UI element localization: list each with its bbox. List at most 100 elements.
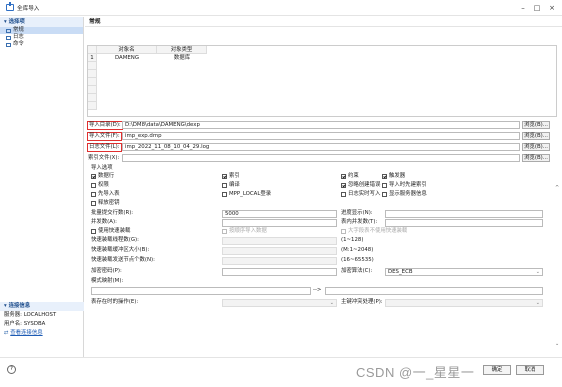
encrypt-pwd-label: 加密密码(P): xyxy=(91,268,122,274)
object-grid[interactable]: 对象名 对象类型 1 DAMENG 数据库 xyxy=(87,45,557,117)
option-release-key[interactable]: 释放密钥 xyxy=(91,199,120,207)
chevron-up-icon[interactable]: ^ xyxy=(555,185,559,191)
page-icon xyxy=(6,35,11,40)
footer: ? CSDN @一_星星一 确定 取消 xyxy=(0,357,562,387)
cell-object-name[interactable]: DAMENG xyxy=(97,54,157,62)
primary-conflict-select[interactable]: ⌄ xyxy=(385,299,543,307)
view-connection-link[interactable]: 查看连接信息 xyxy=(10,330,42,336)
cancel-button[interactable]: 取消 xyxy=(516,365,544,375)
fast-nodes-input[interactable] xyxy=(222,257,337,265)
vertical-scrollbar[interactable]: ^ ⌄ xyxy=(555,185,560,347)
sidebar-header[interactable]: ▾ 选择项 xyxy=(0,17,83,27)
sidebar-item-general[interactable]: 常规 xyxy=(0,27,83,34)
fast-threads-label: 快速装载线程数(G): xyxy=(91,237,139,243)
table-exists-label: 表存在时的操作(E): xyxy=(91,299,139,305)
sidebar-item-command[interactable]: 命令 xyxy=(0,41,83,48)
fast-buffer-label: 快速装载缓冲区大小(B): xyxy=(91,247,150,253)
option-trigger[interactable]: 触发器 xyxy=(382,172,405,180)
option-bigtable-no-fast[interactable]: 大字段表不使用快速装载 xyxy=(341,227,407,235)
checkbox-icon[interactable] xyxy=(341,191,346,197)
option-compile[interactable]: 编译 xyxy=(222,181,240,189)
row-number-empty xyxy=(88,102,97,110)
window-title: 全库导入 xyxy=(17,6,40,12)
sidebar-item-label: 命令 xyxy=(13,41,24,47)
batch-label: 批量提交行数(R): xyxy=(91,210,134,216)
chevron-down-icon[interactable]: ⌄ xyxy=(555,341,559,347)
option-constraint[interactable]: 约束 xyxy=(341,172,359,180)
option-data-rows[interactable]: 数据行 xyxy=(91,172,114,180)
ok-button[interactable]: 确定 xyxy=(483,365,511,375)
fast-buffer-hint: (M:1~2048) xyxy=(341,247,374,253)
watermark: CSDN @一_星星一 xyxy=(356,365,475,380)
checkbox-icon[interactable] xyxy=(382,182,387,188)
browse-button[interactable]: 浏览(B)... xyxy=(522,132,550,140)
cell-object-type[interactable]: 数据库 xyxy=(157,54,207,62)
option-index[interactable]: 索引 xyxy=(222,172,240,180)
option-fastload[interactable]: 使用快速装载 xyxy=(91,227,130,235)
maximize-button[interactable]: □ xyxy=(530,2,544,14)
encrypt-alg-select[interactable]: DES_ECB ⌄ xyxy=(385,268,543,276)
help-icon[interactable]: ? xyxy=(7,365,16,374)
encrypt-pwd-input[interactable] xyxy=(222,268,337,276)
option-show-server[interactable]: 显示服务器信息 xyxy=(382,190,427,198)
chevron-down-icon: ⌄ xyxy=(535,300,540,306)
fast-nodes-hint: (16~65535) xyxy=(341,257,374,263)
checkbox-icon[interactable] xyxy=(341,182,346,188)
sidebar-item-label: 常规 xyxy=(13,27,24,33)
checkbox-icon[interactable] xyxy=(91,191,96,197)
table-parallel-input[interactable] xyxy=(385,219,543,227)
browse-button[interactable]: 浏览(B)... xyxy=(522,121,550,129)
option-mpp-local[interactable]: MPP_LOCAL登录 xyxy=(222,190,271,198)
option-log-realtime[interactable]: 日志实时写入 xyxy=(341,190,380,198)
checkbox-icon[interactable] xyxy=(91,200,96,206)
sidebar-item-log[interactable]: 日志 xyxy=(0,34,83,41)
view-connection-row: ⇄ 查看连接信息 xyxy=(0,329,84,338)
option-label: MPP_LOCAL登录 xyxy=(229,191,272,197)
checkbox-icon[interactable] xyxy=(91,228,96,234)
import-file-label: 导入文件(F): xyxy=(87,132,122,141)
progress-input[interactable] xyxy=(385,210,543,218)
remap-source-input[interactable] xyxy=(91,287,311,295)
checkbox-icon[interactable] xyxy=(382,191,387,197)
import-dir-input[interactable]: D:\DM8\data\DAMENG\dexp xyxy=(122,121,520,129)
fast-threads-hint: (1~128) xyxy=(341,237,364,243)
close-button[interactable]: × xyxy=(545,2,559,14)
browse-button[interactable]: 浏览(B)... xyxy=(522,143,550,151)
minimize-button[interactable]: – xyxy=(516,2,530,14)
batch-input[interactable]: 5000 xyxy=(222,210,337,218)
checkbox-icon[interactable] xyxy=(222,228,227,234)
checkbox-icon[interactable] xyxy=(91,182,96,188)
checkbox-icon[interactable] xyxy=(341,228,346,234)
fast-buffer-input[interactable] xyxy=(222,247,337,255)
option-index-first[interactable]: 导入时先建索引 xyxy=(382,181,427,189)
import-dir-label: 导入目录(D): xyxy=(87,121,123,130)
index-file-input[interactable] xyxy=(122,154,520,162)
page-icon xyxy=(6,42,11,47)
checkbox-icon[interactable] xyxy=(222,191,227,197)
table-parallel-label: 表内并发数(T): xyxy=(341,219,378,225)
browse-button[interactable]: 浏览(B)... xyxy=(522,154,550,162)
connection-header[interactable]: ▾ 连接信息 xyxy=(0,302,84,311)
log-file-input[interactable]: imp_2022_11_08_10_04_29.log xyxy=(122,143,520,151)
option-label: 日志实时写入 xyxy=(348,191,381,197)
checkbox-icon[interactable] xyxy=(222,182,227,188)
fast-threads-input[interactable] xyxy=(222,237,337,245)
checkbox-icon[interactable] xyxy=(341,173,346,179)
option-label: 释放密钥 xyxy=(98,200,120,206)
checkbox-icon[interactable] xyxy=(222,173,227,179)
parallel-input[interactable] xyxy=(222,219,337,227)
index-file-label: 索引文件(X): xyxy=(88,155,120,161)
grid-corner xyxy=(88,46,97,54)
import-file-input[interactable]: imp_exp.dmp xyxy=(122,132,520,140)
option-label: 索引 xyxy=(229,173,240,179)
option-by-order[interactable]: 按顺序导入数据 xyxy=(222,227,267,235)
option-ignore-errors[interactable]: 忽略创建错误 xyxy=(341,181,380,189)
remap-target-input[interactable] xyxy=(325,287,543,295)
checkbox-icon[interactable] xyxy=(382,173,387,179)
option-table-first[interactable]: 先导入表 xyxy=(91,190,120,198)
checkbox-icon[interactable] xyxy=(91,173,96,179)
table-exists-select[interactable]: ⌄ xyxy=(222,299,337,307)
option-privilege[interactable]: 权限 xyxy=(91,181,109,189)
user-info: 用户名: SYSDBA xyxy=(4,321,46,327)
import-file-row: 导入文件(F): imp_exp.dmp 浏览(B)... xyxy=(85,132,562,141)
